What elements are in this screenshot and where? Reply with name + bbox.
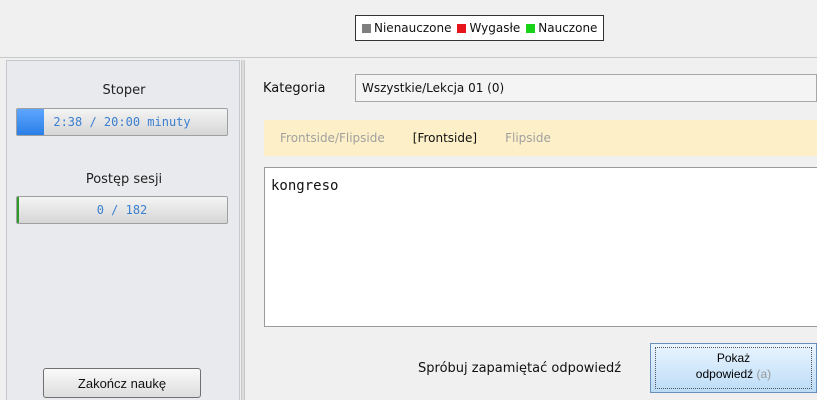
legend-label: Wygasłe [469,21,521,35]
session-side-panel: Stoper 2:38 / 20:00 minuty Postęp sesji … [6,60,240,400]
session-progress-text: 0 / 182 [96,203,148,217]
shortcut-hint: (a) [756,367,772,381]
flashcard-content: kongreso [264,167,817,327]
category-label: Kategoria [263,81,326,96]
panel-splitter[interactable] [241,60,245,400]
show-answer-button[interactable]: Pokaż odpowiedź (a) [650,343,817,393]
answer-hint: Spróbuj zapamiętać odpowiedź [418,361,622,376]
show-answer-focus-frame: Pokaż odpowiedź (a) [655,347,812,389]
top-divider [0,57,817,58]
status-legend: Nienauczone Wygasłe Nauczone [355,15,605,41]
card-side-tabs: Frontside/Flipside [Frontside] Flipside [264,120,817,156]
timer-progress-text: 2:38 / 20:00 minuty [53,115,191,129]
category-selector[interactable]: Wszystkie/Lekcja 01 (0) [355,74,817,102]
category-value: Wszystkie/Lekcja 01 (0) [362,81,505,95]
show-answer-line1: Pokaż [716,351,751,365]
tab-frontside[interactable]: [Frontside] [413,131,477,145]
legend-label: Nauczone [538,21,598,35]
legend-item-unlearned: Nienauczone [362,21,451,35]
legend-swatch-gray [362,23,371,33]
timer-label: Stoper [102,83,146,98]
legend-label: Nienauczone [374,21,452,35]
legend-item-expired: Wygasłe [457,21,520,35]
show-answer-label: odpowiedź [695,367,754,381]
session-progress-bar: 0 / 182 [16,196,228,224]
session-progress-label: Postęp sesji [85,172,163,187]
tab-frontside-flipside[interactable]: Frontside/Flipside [280,131,385,145]
tab-flipside[interactable]: Flipside [505,131,551,145]
show-answer-line2: odpowiedź (a) [662,366,805,382]
card-question-text: kongreso [271,178,339,194]
legend-item-learned: Nauczone [526,21,597,35]
end-learning-button[interactable]: Zakończ naukę [43,368,201,398]
legend-swatch-green [526,23,536,33]
timer-progress-bar: 2:38 / 20:00 minuty [16,108,228,136]
legend-swatch-red [457,23,467,33]
